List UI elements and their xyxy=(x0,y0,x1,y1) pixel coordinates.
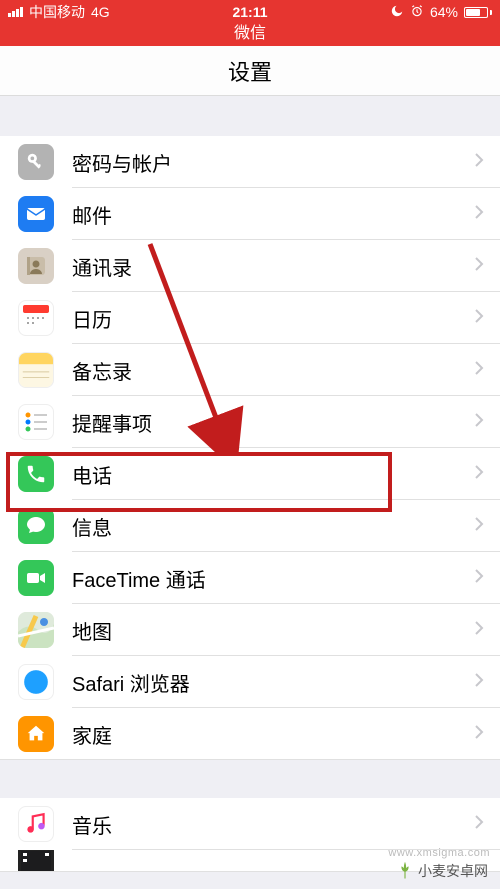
messages-icon xyxy=(18,508,54,544)
wheat-icon xyxy=(396,862,414,880)
battery-icon xyxy=(464,7,492,18)
moon-icon xyxy=(390,4,404,21)
videos-icon xyxy=(18,850,54,872)
chevron-right-icon xyxy=(474,412,484,433)
status-left: 中国移动 4G xyxy=(8,2,110,22)
chevron-right-icon xyxy=(474,516,484,537)
group-gap xyxy=(0,760,500,798)
chevron-right-icon xyxy=(474,814,484,835)
watermark-text: 小麦安卓网 xyxy=(418,861,488,881)
carrier-label: 中国移动 xyxy=(29,2,85,22)
signal-bars-icon xyxy=(8,7,23,17)
chevron-right-icon xyxy=(474,360,484,381)
chevron-right-icon xyxy=(474,672,484,693)
row-label: 地图 xyxy=(72,616,474,645)
page-header: 设置 xyxy=(0,46,500,96)
row-passwords[interactable]: 密码与帐户 xyxy=(0,136,500,188)
row-contacts[interactable]: 通讯录 xyxy=(0,240,500,292)
chevron-right-icon xyxy=(474,204,484,225)
row-maps[interactable]: 地图 xyxy=(0,604,500,656)
clock: 21:11 xyxy=(232,4,267,20)
row-label: 通讯录 xyxy=(72,252,474,281)
row-messages[interactable]: 信息 xyxy=(0,500,500,552)
row-facetime[interactable]: FaceTime 通话 xyxy=(0,552,500,604)
row-label: 家庭 xyxy=(72,720,474,749)
status-bar: 中国移动 4G 21:11 64% xyxy=(0,0,500,24)
contacts-icon xyxy=(18,248,54,284)
safari-icon xyxy=(18,664,54,700)
row-label: FaceTime 通话 xyxy=(72,564,474,593)
row-reminders[interactable]: 提醒事项 xyxy=(0,396,500,448)
music-icon xyxy=(18,806,54,842)
group-gap xyxy=(0,96,500,136)
row-label: 信息 xyxy=(72,512,474,541)
chevron-right-icon xyxy=(474,620,484,641)
mail-icon xyxy=(18,196,54,232)
facetime-icon xyxy=(18,560,54,596)
row-safari[interactable]: Safari 浏览器 xyxy=(0,656,500,708)
row-mail[interactable]: 邮件 xyxy=(0,188,500,240)
row-calendar[interactable]: 日历 xyxy=(0,292,500,344)
row-home[interactable]: 家庭 xyxy=(0,708,500,760)
row-label: 日历 xyxy=(72,304,474,333)
phone-icon xyxy=(18,456,54,492)
row-label: 备忘录 xyxy=(72,356,474,385)
chevron-right-icon xyxy=(474,568,484,589)
network-type: 4G xyxy=(91,4,110,20)
home-icon xyxy=(18,716,54,752)
watermark: 小麦安卓网 xyxy=(390,859,494,883)
row-label: 密码与帐户 xyxy=(72,148,474,177)
alarm-icon xyxy=(410,4,424,21)
row-label: 电话 xyxy=(72,460,474,489)
row-label: 提醒事项 xyxy=(72,408,474,437)
battery-pct: 64% xyxy=(430,4,458,20)
calendar-icon xyxy=(18,300,54,336)
settings-group-main: 密码与帐户 邮件 通讯录 日历 备忘录 提醒事项 xyxy=(0,136,500,760)
chevron-right-icon xyxy=(474,152,484,173)
page-title: 设置 xyxy=(228,55,272,87)
chevron-right-icon xyxy=(474,256,484,277)
row-music[interactable]: 音乐 xyxy=(0,798,500,850)
reminders-icon xyxy=(18,404,54,440)
chevron-right-icon xyxy=(474,464,484,485)
maps-icon xyxy=(18,612,54,648)
row-notes[interactable]: 备忘录 xyxy=(0,344,500,396)
notes-icon xyxy=(18,352,54,388)
status-right: 64% xyxy=(390,4,492,21)
app-title-bar: 微信 xyxy=(0,24,500,46)
row-label: 邮件 xyxy=(72,200,474,229)
app-title: 微信 xyxy=(234,25,266,42)
key-icon xyxy=(18,144,54,180)
watermark-url: www.xmsigma.com xyxy=(388,847,490,859)
row-phone[interactable]: 电话 xyxy=(0,448,500,500)
chevron-right-icon xyxy=(474,308,484,329)
row-label: 音乐 xyxy=(72,810,474,839)
row-label: Safari 浏览器 xyxy=(72,668,474,697)
chevron-right-icon xyxy=(474,724,484,745)
